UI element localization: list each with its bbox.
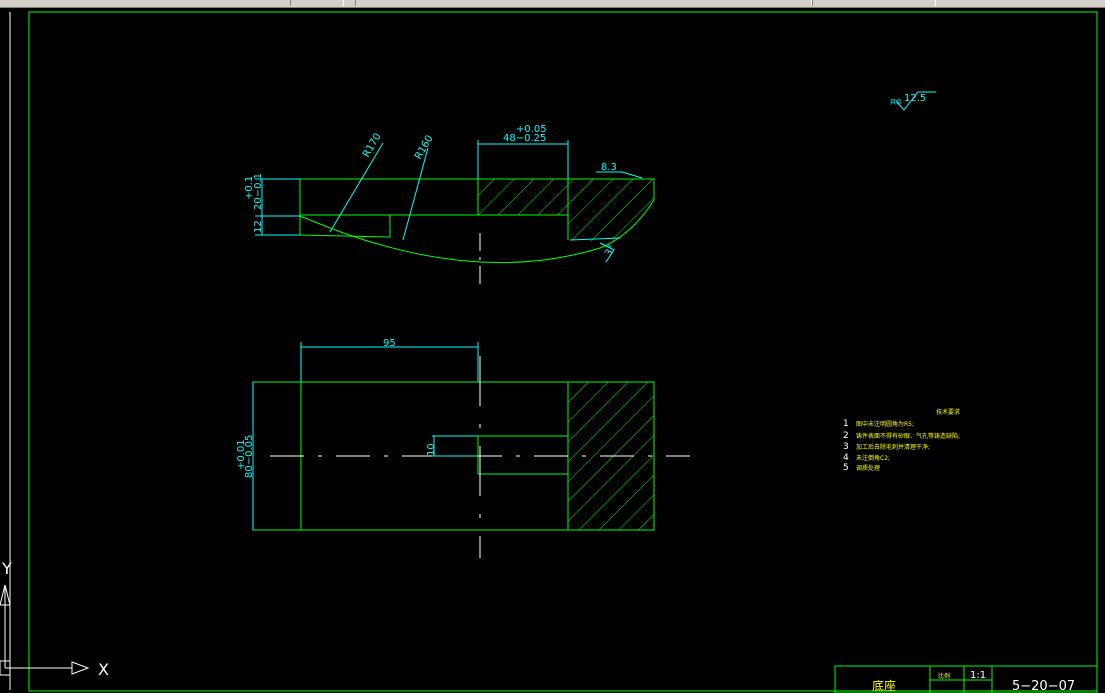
note-item-num: 1 <box>843 419 849 429</box>
note-item-num: 2 <box>843 431 849 441</box>
slot-outline <box>477 435 568 475</box>
lower-height-label: 12 <box>253 220 264 233</box>
radius-r160-label: R160 <box>413 133 436 161</box>
scale-value: 1:1 <box>970 670 986 681</box>
note-item-text: 铸件表面不得有砂眼、气孔等铸造缺陷; <box>856 432 960 440</box>
note-item-num: 4 <box>843 453 849 463</box>
dim-width: 48−0.25 <box>503 133 546 144</box>
roughness-value: 12.5 <box>904 93 926 104</box>
radius-leader-r160 <box>402 147 429 241</box>
roughness-symbol: 其余 12.5 <box>890 91 936 111</box>
toolbar-segment[interactable] <box>355 0 812 6</box>
drawing-canvas[interactable]: +0.05 48−0.25 R170 R160 8.3 +0.1 20−0.1 … <box>0 7 1105 693</box>
dim-length-label: 95 <box>383 338 396 349</box>
top-view <box>255 140 655 285</box>
drawing-number: 5−20−07 <box>1012 679 1075 693</box>
technical-notes: 技术要求 1 图中未注明圆角为R5; 2 铸件表面不得有砂眼、气孔等铸造缺陷; … <box>843 408 960 473</box>
note-item-text: 调质处理 <box>856 464 880 472</box>
note-item-num: 5 <box>843 463 849 473</box>
title-block-text: 底座 比例 1:1 5−20−07 <box>872 670 1075 693</box>
notes-title: 技术要求 <box>936 408 960 416</box>
toolbar-segment[interactable] <box>812 0 936 6</box>
drawing-border <box>28 11 1098 692</box>
ucs-icon: Y X <box>0 559 109 679</box>
note-item-num: 3 <box>843 442 849 452</box>
roughness-prefix: 其余 <box>890 98 902 106</box>
note-item-text: 图中未注明圆角为R5; <box>856 420 914 428</box>
front-height: 80−0.05 <box>244 435 255 478</box>
ucs-y-label: Y <box>1 559 12 578</box>
chamfer-label: 8.3 <box>601 162 617 173</box>
toolbar-segment[interactable] <box>290 0 344 6</box>
part-name: 底座 <box>872 678 896 693</box>
height-label: 20−0.1 <box>253 173 264 210</box>
note-item-text: 加工后去除毛刺并清理干净; <box>856 443 930 451</box>
radius-leader-r170 <box>329 142 384 233</box>
slot-width-label: 10 <box>426 443 437 456</box>
scale-label: 比例 <box>938 672 950 680</box>
section-hatch <box>478 179 654 242</box>
note-item-text: 未注倒角C2; <box>856 454 890 462</box>
front-view <box>252 342 690 558</box>
radius-r170-label: R170 <box>361 131 384 159</box>
ucs-x-label: X <box>98 660 109 679</box>
front-view-labels: 95 +0.01 80−0.05 10 <box>236 338 437 478</box>
